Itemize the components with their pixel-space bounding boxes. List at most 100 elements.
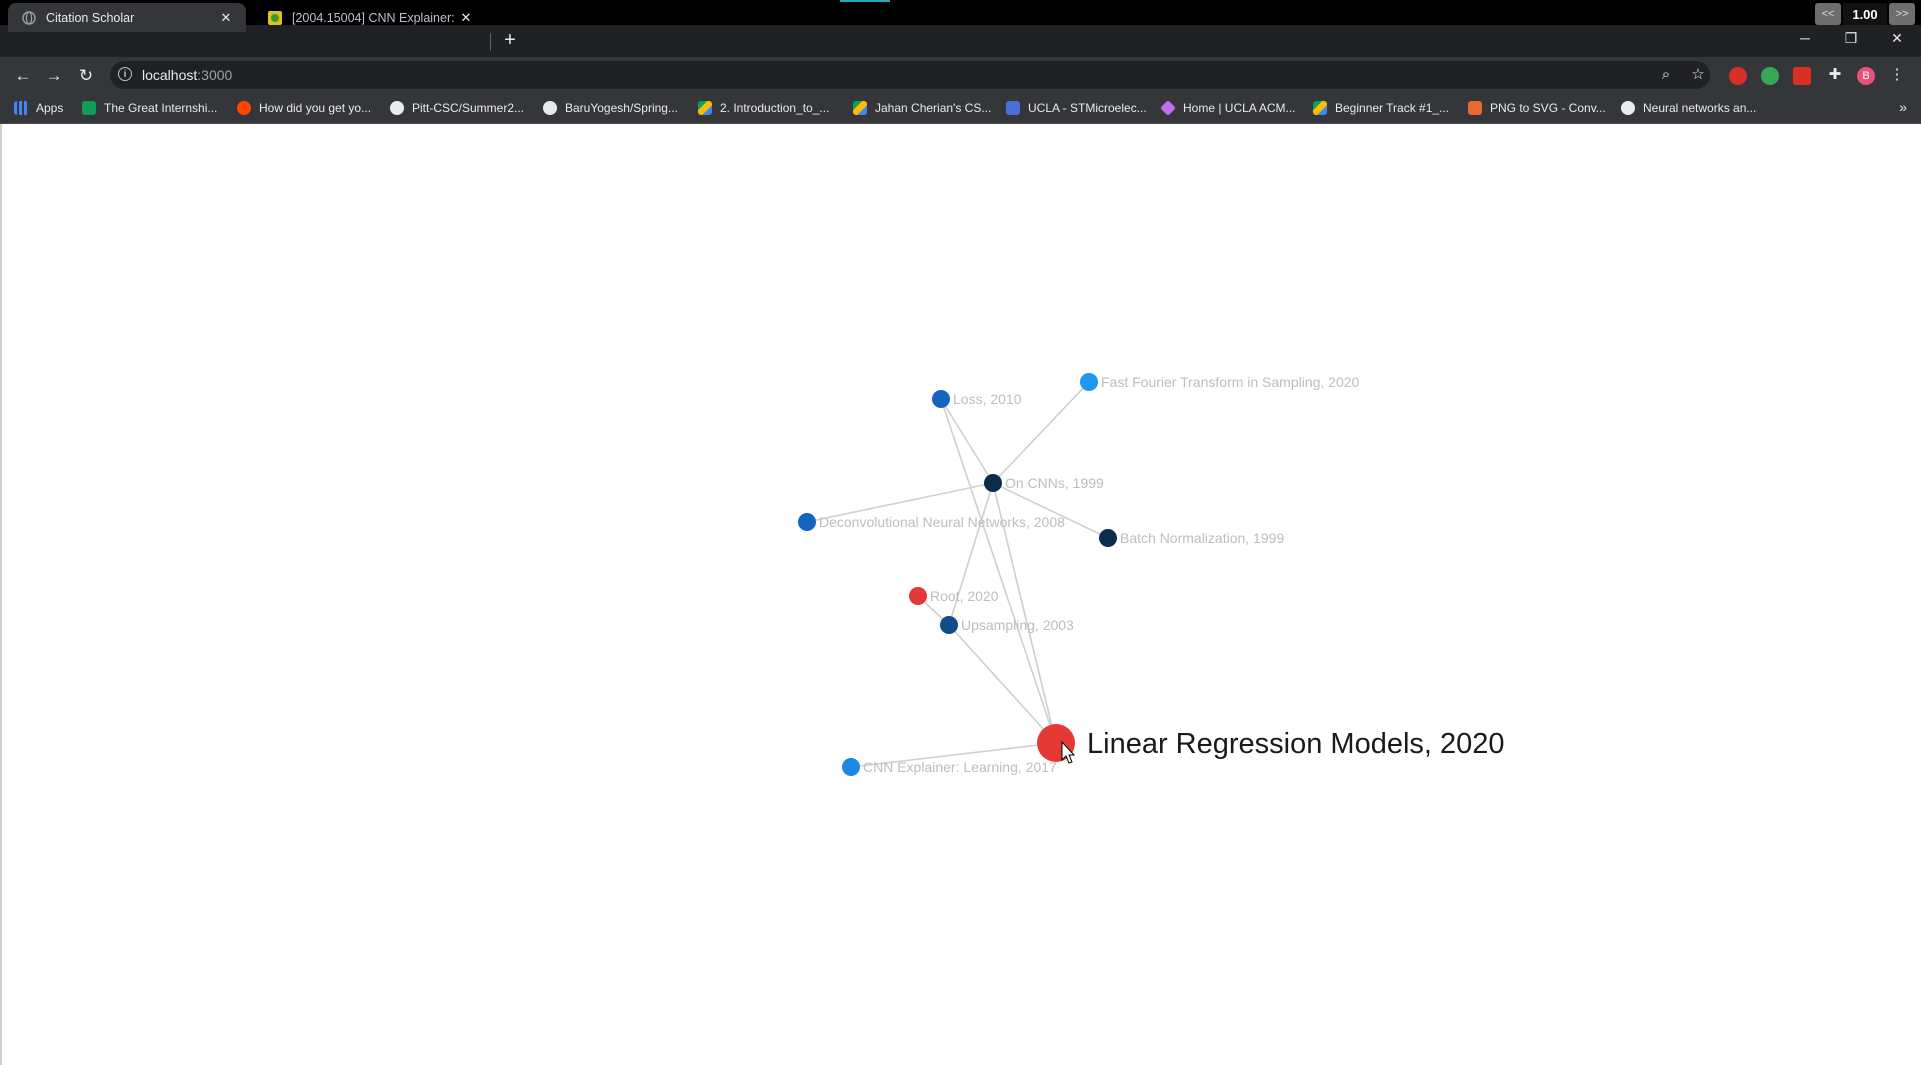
profile-avatar-icon[interactable]: B xyxy=(1857,67,1875,85)
bookmark-item[interactable]: The Great Internshi... xyxy=(82,100,217,116)
node-label-highlighted: Linear Regression Models, 2020 xyxy=(1087,728,1505,760)
bookmark-label: Apps xyxy=(36,101,64,115)
graph-node-loss[interactable]: Loss, 2010 xyxy=(932,390,1022,408)
reddit-icon xyxy=(237,101,251,115)
bookmark-label: BaruYogesh/Spring... xyxy=(565,101,678,115)
close-window-icon[interactable]: ✕ xyxy=(1882,28,1912,48)
back-arrow-icon[interactable]: ← xyxy=(12,65,34,87)
converter-icon xyxy=(1468,101,1482,115)
bookmarks-bar: Apps The Great Internshi... How did you … xyxy=(0,93,1921,124)
menu-kebab-icon[interactable]: ⋮ xyxy=(1887,65,1907,85)
graph-node-cnnexp[interactable]: CNN Explainer: Learning, 2017 xyxy=(842,758,1057,776)
new-tab-icon[interactable]: + xyxy=(500,30,520,50)
node-dot[interactable] xyxy=(798,513,816,531)
minimize-icon[interactable]: ─ xyxy=(1790,28,1820,48)
tab-title: [2004.15004] CNN Explainer: Lea xyxy=(292,10,458,25)
bookmark-label: How did you get yo... xyxy=(259,101,372,115)
node-dot[interactable] xyxy=(909,587,927,605)
restore-icon[interactable]: ❐ xyxy=(1836,28,1866,48)
extension-red-icon[interactable] xyxy=(1729,67,1747,85)
arxiv-icon xyxy=(268,10,282,25)
node-dot[interactable] xyxy=(932,390,950,408)
tab-citation-scholar[interactable]: Citation Scholar ✕ xyxy=(8,3,246,32)
bookmark-item[interactable]: UCLA - STMicroelec... xyxy=(1006,100,1147,116)
bookmark-label: Jahan Cherian's CS... xyxy=(875,101,992,115)
info-icon[interactable]: i xyxy=(118,67,132,81)
bookmark-item[interactable]: 2. Introduction_to_... xyxy=(698,100,829,116)
graph-node-cnns[interactable]: On CNNs, 1999 xyxy=(984,474,1104,492)
close-tab-icon[interactable]: ✕ xyxy=(218,10,234,26)
tab-title: Citation Scholar xyxy=(46,10,135,25)
github-icon xyxy=(390,101,404,115)
playback-speed-control: << 1.00 >> xyxy=(1815,3,1915,25)
reload-icon[interactable]: ↻ xyxy=(75,65,97,87)
extension-box-icon[interactable] xyxy=(1793,67,1811,85)
node-label: CNN Explainer: Learning, 2017 xyxy=(863,759,1057,775)
bookmark-item[interactable]: Neural networks an... xyxy=(1621,100,1756,116)
graph-node-fft[interactable]: Fast Fourier Transform in Sampling, 2020 xyxy=(1080,373,1360,391)
node-dot[interactable] xyxy=(984,474,1002,492)
zoom-icon[interactable]: ⌕ xyxy=(1656,65,1676,85)
bookmark-item[interactable]: Pitt-CSC/Summer2... xyxy=(390,100,524,116)
bookmark-label: Beginner Track #1_... xyxy=(1335,101,1450,115)
extension-green-icon[interactable] xyxy=(1761,67,1779,85)
bookmark-item[interactable]: How did you get yo... xyxy=(237,100,371,116)
tab-separator xyxy=(490,33,491,51)
calendar-icon xyxy=(1006,101,1020,115)
bookmark-star-icon[interactable]: ☆ xyxy=(1688,65,1708,85)
graph-node-root[interactable]: Root, 2020 xyxy=(909,587,999,605)
bookmark-item[interactable]: Home | UCLA ACM... xyxy=(1160,100,1295,116)
bookmark-label: Neural networks an... xyxy=(1643,101,1757,115)
progress-accent xyxy=(840,0,890,2)
drive-icon xyxy=(698,101,712,115)
bookmark-item[interactable]: Jahan Cherian's CS... xyxy=(853,100,991,116)
close-tab-icon[interactable]: ✕ xyxy=(458,10,474,26)
sheets-icon xyxy=(82,101,96,115)
globe-icon xyxy=(1621,101,1635,115)
node-label: Loss, 2010 xyxy=(953,391,1022,407)
bookmark-item[interactable]: BaruYogesh/Spring... xyxy=(543,100,678,116)
more-bookmarks-icon[interactable]: » xyxy=(1899,99,1907,115)
node-dot[interactable] xyxy=(842,758,860,776)
bookmark-label: 2. Introduction_to_... xyxy=(720,101,830,115)
edge-loss-cnns xyxy=(940,398,994,484)
citation-graph[interactable]: Fast Fourier Transform in Sampling, 2020… xyxy=(0,124,1921,1065)
node-dot[interactable] xyxy=(1080,373,1098,391)
edge-loss-linreg xyxy=(940,398,1057,744)
drive-icon xyxy=(1313,101,1327,115)
address-url: localhost:3000 xyxy=(142,67,232,83)
node-dot[interactable] xyxy=(1099,529,1117,547)
forward-button[interactable]: >> xyxy=(1889,3,1915,25)
node-label: Batch Normalization, 1999 xyxy=(1120,530,1284,546)
node-label: Root, 2020 xyxy=(930,588,999,604)
page-viewport: Fast Fourier Transform in Sampling, 2020… xyxy=(0,124,1921,1065)
tab-cnn-explainer[interactable]: [2004.15004] CNN Explainer: Lea ✕ xyxy=(254,3,486,32)
globe-icon xyxy=(22,10,36,25)
node-label: Upsampling, 2003 xyxy=(961,617,1074,633)
address-bar[interactable]: i localhost:3000 xyxy=(110,61,1710,89)
rewind-button[interactable]: << xyxy=(1815,3,1841,25)
bookmark-label: PNG to SVG - Conv... xyxy=(1490,101,1606,115)
graph-node-batch[interactable]: Batch Normalization, 1999 xyxy=(1099,529,1284,547)
graph-node-linreg-highlighted[interactable]: Linear Regression Models, 2020 xyxy=(1037,724,1505,762)
browser-toolbar: ← → ↻ i localhost:3000 ⌕ ☆ ✚ B ⋮ xyxy=(0,57,1921,93)
bookmark-apps[interactable]: Apps xyxy=(14,100,63,116)
url-host: localhost xyxy=(142,67,198,83)
node-label: On CNNs, 1999 xyxy=(1005,475,1104,491)
edge-upsamp-linreg xyxy=(948,624,1057,744)
graph-node-deconv[interactable]: Deconvolutional Neural Networks, 2008 xyxy=(798,513,1065,531)
bookmark-item[interactable]: PNG to SVG - Conv... xyxy=(1468,100,1606,116)
node-label: Fast Fourier Transform in Sampling, 2020 xyxy=(1101,374,1360,390)
graph-node-upsamp[interactable]: Upsampling, 2003 xyxy=(940,616,1074,634)
forward-arrow-icon[interactable]: → xyxy=(43,65,65,87)
bookmark-label: Pitt-CSC/Summer2... xyxy=(412,101,525,115)
github-icon xyxy=(543,101,557,115)
speed-value: 1.00 xyxy=(1843,3,1887,25)
extensions-puzzle-icon[interactable]: ✚ xyxy=(1825,65,1845,85)
bookmark-item[interactable]: Beginner Track #1_... xyxy=(1313,100,1449,116)
bookmark-label: The Great Internshi... xyxy=(104,101,218,115)
node-dot[interactable] xyxy=(940,616,958,634)
bookmark-label: UCLA - STMicroelec... xyxy=(1028,101,1147,115)
apps-grid-icon xyxy=(14,101,28,115)
graph-edges xyxy=(806,381,1109,768)
